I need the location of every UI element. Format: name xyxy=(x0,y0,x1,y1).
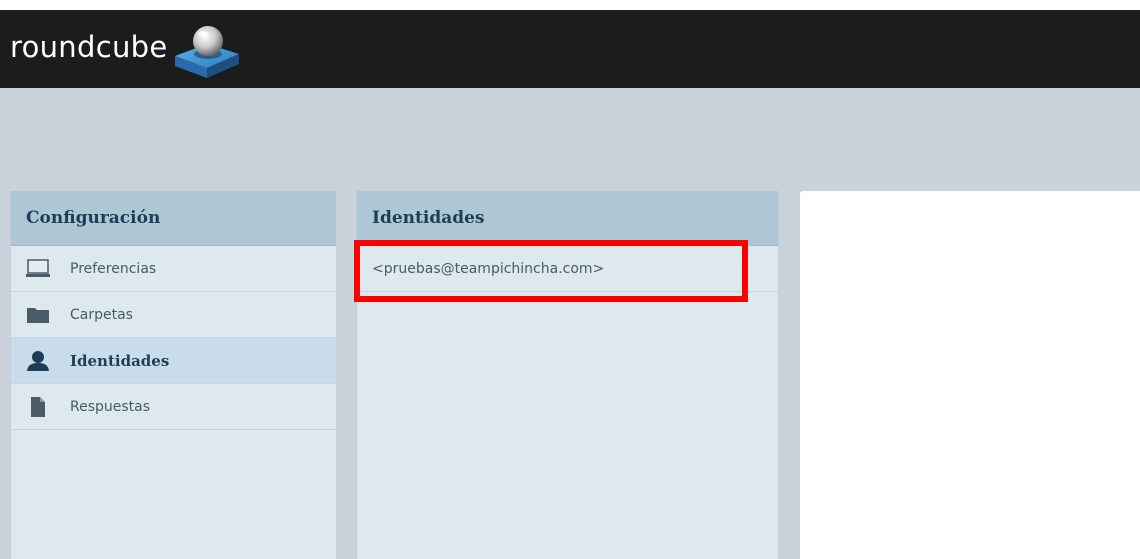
identities-title: Identidades xyxy=(372,208,485,228)
identities-panel-header: Identidades xyxy=(357,191,778,246)
identity-row[interactable]: <pruebas@teampichincha.com> xyxy=(357,246,778,292)
logo[interactable]: roundcube xyxy=(10,20,243,80)
nav-item-carpetas[interactable]: Carpetas xyxy=(11,292,336,338)
folder-icon xyxy=(26,304,50,326)
settings-panel: Configuración Preferencias Carpetas Iden… xyxy=(10,191,337,559)
nav-label-carpetas: Carpetas xyxy=(70,306,133,323)
identity-details-panel xyxy=(800,191,1140,559)
monitor-icon xyxy=(26,258,50,280)
nav-label-preferencias: Preferencias xyxy=(70,260,157,277)
user-icon xyxy=(26,350,50,372)
identities-panel: Identidades <pruebas@teampichincha.com> xyxy=(356,191,779,559)
logo-text: roundcube xyxy=(10,30,168,64)
roundcube-cube-logo-icon xyxy=(171,20,243,80)
settings-title: Configuración xyxy=(26,208,161,228)
nav-label-identidades: Identidades xyxy=(70,351,170,370)
nav-item-identidades[interactable]: Identidades xyxy=(11,338,336,384)
nav-item-preferencias[interactable]: Preferencias xyxy=(11,246,336,292)
settings-panel-header: Configuración xyxy=(11,191,336,246)
nav-label-respuestas: Respuestas xyxy=(70,398,151,415)
top-margin xyxy=(0,0,1140,10)
identity-email: <pruebas@teampichincha.com> xyxy=(372,260,605,277)
nav-item-respuestas[interactable]: Respuestas xyxy=(11,384,336,430)
document-icon xyxy=(26,396,50,418)
